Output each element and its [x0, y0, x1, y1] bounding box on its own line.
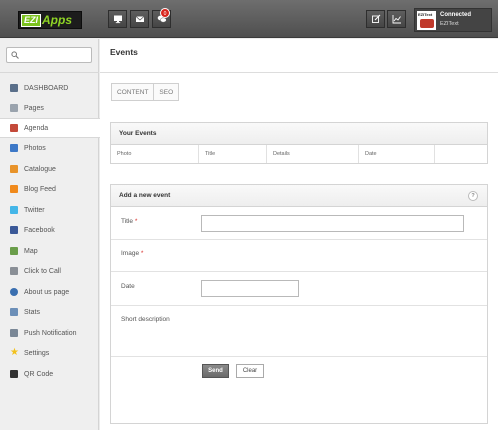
column-title: Title	[199, 145, 267, 163]
stats-icon	[10, 308, 18, 316]
required-marker: *	[134, 218, 138, 225]
column-date: Date	[359, 145, 435, 163]
edit-button[interactable]	[366, 10, 385, 28]
top-bar: EZI Apps 0 EZIText Connected EZIText	[0, 0, 498, 38]
sidebar-item-settings[interactable]: ★ Settings	[0, 343, 99, 363]
description-row: Short description	[111, 306, 487, 357]
qr-icon	[10, 370, 18, 378]
help-icon[interactable]: ?	[468, 191, 478, 201]
line-chart-icon	[392, 15, 401, 24]
events-table-title: Your Events	[111, 123, 487, 145]
logo-text: Apps	[42, 13, 73, 27]
facebook-icon	[10, 226, 18, 234]
sidebar-item-blog-feed[interactable]: Blog Feed	[0, 179, 99, 199]
sidebar-item-agenda[interactable]: Agenda	[0, 118, 100, 138]
sidebar-item-push-notification[interactable]: Push Notification	[0, 323, 99, 343]
notification-badge: 0	[160, 8, 170, 18]
messages-button[interactable]	[130, 10, 149, 28]
send-button[interactable]: Send	[202, 364, 229, 378]
sidebar-item-pages[interactable]: Pages	[0, 98, 99, 118]
sidebar-item-qr-code[interactable]: QR Code	[0, 364, 99, 384]
ezi-apps-logo[interactable]: EZI Apps	[18, 11, 82, 29]
form-actions: Send Clear	[111, 357, 487, 384]
sidebar-item-photos[interactable]: Photos	[0, 138, 99, 158]
account-switcher[interactable]: EZIText Connected EZIText	[414, 8, 492, 32]
search-icon	[11, 51, 19, 59]
sidebar-item-twitter[interactable]: Twitter	[0, 200, 99, 220]
title-row: Title *	[111, 207, 487, 240]
sidebar-item-catalogue[interactable]: Catalogue	[0, 159, 99, 179]
sidebar-item-facebook[interactable]: Facebook	[0, 220, 99, 240]
date-input[interactable]	[201, 280, 299, 297]
date-row: Date	[111, 272, 487, 306]
clear-button[interactable]: Clear	[236, 364, 264, 378]
map-icon	[10, 247, 18, 255]
envelope-icon	[135, 16, 144, 22]
logo-mark: EZI	[21, 13, 42, 27]
search-input[interactable]	[6, 47, 92, 63]
sidebar: DASHBOARD Pages Agenda Photos Catalogue …	[0, 39, 100, 430]
agenda-icon	[10, 124, 18, 132]
sidebar-item-stats[interactable]: Stats	[0, 302, 99, 322]
tab-content[interactable]: CONTENT	[112, 84, 155, 100]
info-icon	[10, 288, 18, 296]
sidebar-item-about-us[interactable]: About us page	[0, 282, 99, 302]
rss-icon	[10, 185, 18, 193]
statistics-button[interactable]	[387, 10, 406, 28]
required-marker: *	[140, 250, 144, 257]
events-table-header: Photo Title Details Date	[111, 145, 487, 163]
pages-icon	[10, 104, 18, 112]
form-title: Add a new event	[119, 192, 171, 199]
app-thumbnail: EZIText	[417, 11, 436, 30]
column-details: Details	[267, 145, 359, 163]
column-photo: Photo	[111, 145, 199, 163]
main-content: Events CONTENT SEO Your Events Photo Tit…	[100, 39, 498, 430]
monitor-icon	[113, 15, 122, 24]
title-label: Title	[121, 218, 134, 225]
push-icon	[10, 329, 18, 337]
sidebar-item-dashboard[interactable]: DASHBOARD	[0, 78, 99, 98]
sidebar-item-map[interactable]: Map	[0, 241, 99, 261]
sidebar-item-click-to-call[interactable]: Click to Call	[0, 261, 99, 281]
description-label: Short description	[121, 316, 170, 323]
connection-status: Connected	[440, 12, 472, 18]
title-input[interactable]	[201, 215, 464, 232]
events-table: Your Events Photo Title Details Date	[110, 122, 488, 164]
tab-seo[interactable]: SEO	[154, 84, 178, 100]
column-actions	[435, 145, 487, 163]
date-label: Date	[121, 283, 135, 290]
preview-button[interactable]	[108, 10, 127, 28]
add-event-form: Add a new event ? Title * Image * Date S…	[110, 184, 488, 424]
catalogue-icon	[10, 165, 18, 173]
photos-icon	[10, 144, 18, 152]
phone-icon	[10, 267, 18, 275]
account-name: EZIText	[440, 21, 459, 27]
image-row: Image *	[111, 240, 487, 272]
dashboard-icon	[10, 84, 18, 92]
page-title: Events	[110, 47, 138, 57]
twitter-icon	[10, 206, 18, 214]
tab-bar: CONTENT SEO	[111, 83, 180, 101]
edit-icon	[371, 14, 380, 23]
star-icon: ★	[10, 347, 19, 358]
image-label: Image	[121, 250, 140, 257]
